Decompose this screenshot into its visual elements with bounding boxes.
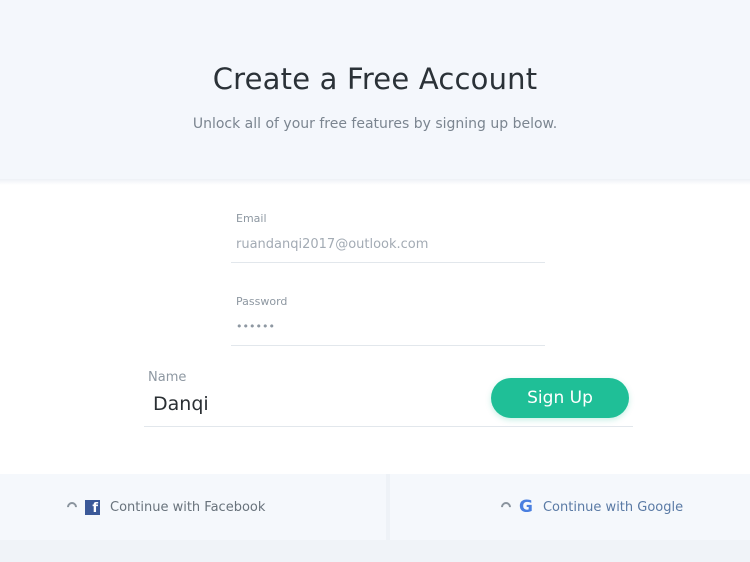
footer-band [0, 540, 750, 562]
email-field[interactable]: ruandanqi2017@outlook.com [236, 237, 428, 252]
header-divider [0, 179, 750, 185]
loading-spinner-icon [64, 499, 80, 515]
password-underline [231, 345, 545, 346]
google-icon: G [519, 496, 533, 517]
facebook-button-label: Continue with Facebook [110, 499, 266, 515]
name-field[interactable]: Danqi [153, 393, 209, 415]
name-underline [144, 426, 633, 427]
continue-with-facebook-button[interactable]: f Continue with Facebook [0, 474, 386, 540]
page-title: Create a Free Account [212, 62, 538, 96]
name-label: Name [148, 370, 187, 385]
sign-up-button[interactable]: Sign Up [491, 378, 629, 418]
page-subtitle: Unlock all of your free features by sign… [192, 116, 558, 132]
email-underline [231, 262, 545, 263]
email-label: Email [236, 212, 267, 225]
password-label: Password [236, 295, 288, 308]
google-button-label: Continue with Google [542, 499, 684, 515]
password-field[interactable]: •••••• [236, 320, 275, 333]
loading-spinner-icon [498, 499, 514, 515]
facebook-icon: f [85, 499, 100, 515]
continue-with-google-button[interactable]: G Continue with Google [390, 474, 750, 540]
